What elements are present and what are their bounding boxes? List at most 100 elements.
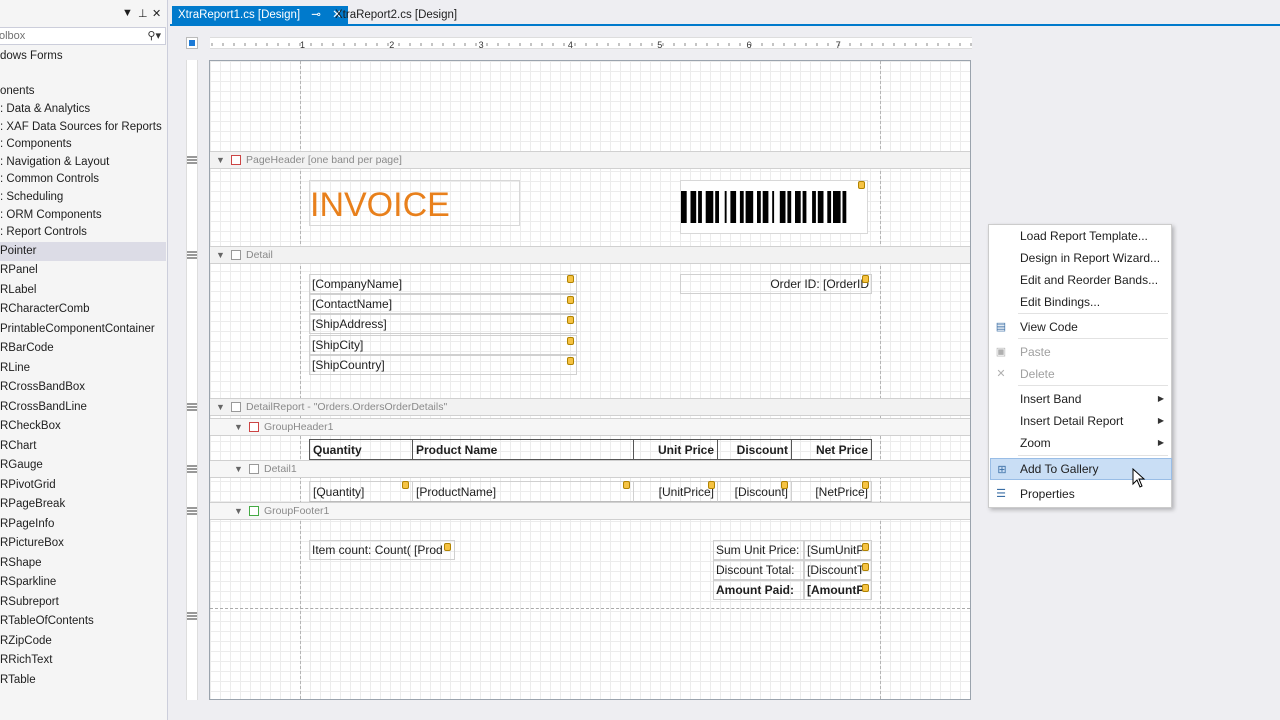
smart-tag-handle[interactable]	[781, 481, 788, 489]
ruler-corner-button[interactable]	[186, 37, 198, 49]
toolbox-item[interactable]: RPictureBox	[0, 534, 166, 553]
toolbox-item[interactable]: RZipCode	[0, 632, 166, 651]
collapse-icon[interactable]: ▼	[216, 152, 225, 168]
smart-tag-handle[interactable]	[567, 316, 574, 324]
menu-item-design-in-report-wizard[interactable]: Design in Report Wizard...	[990, 247, 1172, 269]
menu-item-load-report-template[interactable]: Load Report Template...	[990, 225, 1172, 247]
toolbox-item[interactable]: RPivotGrid	[0, 476, 166, 495]
header-cell-discount[interactable]: Discount	[717, 439, 792, 460]
toolbox-item[interactable]: RSubreport	[0, 593, 166, 612]
band-group-footer[interactable]: ▼ GroupFooter1	[210, 502, 970, 520]
header-cell-unit-price[interactable]: Unit Price	[633, 439, 718, 460]
band-resize-grip[interactable]	[187, 251, 197, 259]
toolbox-item[interactable]: RCharacterComb	[0, 300, 166, 319]
menu-item-edit-bindings[interactable]: Edit Bindings...	[990, 291, 1172, 313]
header-cell-product-name[interactable]: Product Name	[412, 439, 634, 460]
toolbox-item[interactable]: : Common Controls	[0, 170, 166, 189]
toolbox-item[interactable]: RGauge	[0, 456, 166, 475]
smart-tag-handle[interactable]	[623, 481, 630, 489]
collapse-icon[interactable]: ▼	[234, 419, 243, 435]
band-detail1[interactable]: ▼ Detail1	[210, 460, 970, 478]
contact-name-field[interactable]: [ContactName]	[309, 294, 577, 314]
toolbox-item[interactable]: : Report Controls	[0, 223, 166, 242]
menu-item-zoom[interactable]: Zoom ▶	[990, 432, 1172, 454]
company-name-field[interactable]: [CompanyName]	[309, 274, 577, 294]
sum-unit-price-label[interactable]: Sum Unit Price:	[713, 540, 804, 560]
collapse-icon[interactable]: ▼	[216, 399, 225, 415]
band-group-header[interactable]: ▼ GroupHeader1	[210, 418, 970, 436]
menu-item-delete[interactable]: ✕ Delete	[990, 363, 1172, 385]
band-resize-grip[interactable]	[187, 612, 197, 620]
smart-tag-handle[interactable]	[402, 481, 409, 489]
data-cell-unit-price[interactable]: [UnitPrice]	[633, 481, 718, 502]
smart-tag-handle[interactable]	[862, 584, 869, 592]
toolbox-item[interactable]: RBarCode	[0, 339, 166, 358]
toolbox-item[interactable]: RRichText	[0, 651, 166, 670]
toolbox-item[interactable]: RShape	[0, 554, 166, 573]
smart-tag-handle[interactable]	[567, 296, 574, 304]
header-cell-net-price[interactable]: Net Price	[791, 439, 872, 460]
toolbox-item[interactable]: RPanel	[0, 261, 166, 280]
smart-tag-handle[interactable]	[858, 181, 865, 189]
collapse-icon[interactable]: ▼	[234, 503, 243, 519]
band-page-header[interactable]: ▼ PageHeader [one band per page]	[210, 151, 970, 169]
collapse-icon[interactable]: ▼	[216, 247, 225, 263]
band-detail-report[interactable]: ▼ DetailReport - "Orders.OrdersOrderDeta…	[210, 398, 970, 416]
band-resize-grip[interactable]	[187, 465, 197, 473]
toolbox-item[interactable]: RChart	[0, 437, 166, 456]
data-cell-net-price[interactable]: [NetPrice]	[791, 481, 872, 502]
ship-city-field[interactable]: [ShipCity]	[309, 335, 577, 355]
collapse-icon[interactable]: ▼	[234, 461, 243, 477]
tab-xtrareport1[interactable]: XtraReport1.cs [Design] ⊸ ✕	[172, 6, 348, 25]
toolbox-search-input[interactable]: olbox ⚲▾	[0, 27, 166, 45]
smart-tag-handle[interactable]	[567, 357, 574, 365]
discount-total-label[interactable]: Discount Total:	[713, 560, 804, 580]
toolbox-item[interactable]: RLine	[0, 359, 166, 378]
smart-tag-handle[interactable]	[708, 481, 715, 489]
dropdown-icon[interactable]: ▼	[122, 7, 133, 19]
band-resize-grip[interactable]	[187, 156, 197, 164]
order-id-field[interactable]: Order ID: [OrderID	[680, 274, 872, 294]
toolbox-item[interactable]: RPageBreak	[0, 495, 166, 514]
smart-tag-handle[interactable]	[567, 275, 574, 283]
toolbox-item[interactable]: dows Forms	[0, 47, 166, 66]
toolbox-item[interactable]: PrintableComponentContainer	[0, 320, 166, 339]
toolbox-item[interactable]: RLabel	[0, 281, 166, 300]
search-icon[interactable]: ⚲▾	[147, 29, 161, 42]
toolbox-item[interactable]: RTableOfContents	[0, 612, 166, 631]
ship-country-field[interactable]: [ShipCountry]	[309, 355, 577, 375]
smart-tag-handle[interactable]	[862, 481, 869, 489]
menu-item-view-code[interactable]: ▤ View Code	[990, 316, 1172, 338]
toolbox-item[interactable]: : Data & Analytics	[0, 100, 166, 119]
toolbox-item[interactable]: onents	[0, 82, 166, 101]
band-detail[interactable]: ▼ Detail	[210, 246, 970, 264]
menu-item-insert-band[interactable]: Insert Band ▶	[990, 388, 1172, 410]
pin-icon[interactable]: ⊸	[311, 9, 321, 21]
smart-tag-handle[interactable]	[862, 563, 869, 571]
pin-icon[interactable]: ⊥	[138, 7, 148, 20]
toolbox-item[interactable]: Pointer	[0, 242, 166, 261]
item-count-field[interactable]: Item count: Count( [Prod	[309, 540, 455, 560]
smart-tag-handle[interactable]	[567, 337, 574, 345]
toolbox-item[interactable]: RCrossBandLine	[0, 398, 166, 417]
toolbox-item[interactable]: RCrossBandBox	[0, 378, 166, 397]
toolbox-item[interactable]: RPageInfo	[0, 515, 166, 534]
smart-tag-handle[interactable]	[444, 543, 451, 551]
data-cell-product-name[interactable]: [ProductName]	[412, 481, 634, 502]
toolbox-item[interactable]: : Components	[0, 135, 166, 154]
toolbox-item[interactable]: : Scheduling	[0, 188, 166, 207]
header-cell-quantity[interactable]: Quantity	[309, 439, 413, 460]
toolbox-item[interactable]: RTable	[0, 671, 166, 690]
menu-item-insert-detail-report[interactable]: Insert Detail Report ▶	[990, 410, 1172, 432]
smart-tag-handle[interactable]	[862, 543, 869, 551]
close-icon[interactable]: ✕	[152, 7, 161, 20]
menu-item-paste[interactable]: ▣ Paste	[990, 341, 1172, 363]
toolbox-item[interactable]: RCheckBox	[0, 417, 166, 436]
menu-item-edit-and-reorder-bands[interactable]: Edit and Reorder Bands...	[990, 269, 1172, 291]
ship-address-field[interactable]: [ShipAddress]	[309, 314, 577, 334]
amount-paid-label[interactable]: Amount Paid:	[713, 580, 804, 600]
band-resize-grip[interactable]	[187, 403, 197, 411]
data-cell-quantity[interactable]: [Quantity]	[309, 481, 413, 502]
barcode-control[interactable]	[680, 180, 868, 234]
tab-xtrareport2[interactable]: XtraReport2.cs [Design]	[329, 6, 463, 25]
